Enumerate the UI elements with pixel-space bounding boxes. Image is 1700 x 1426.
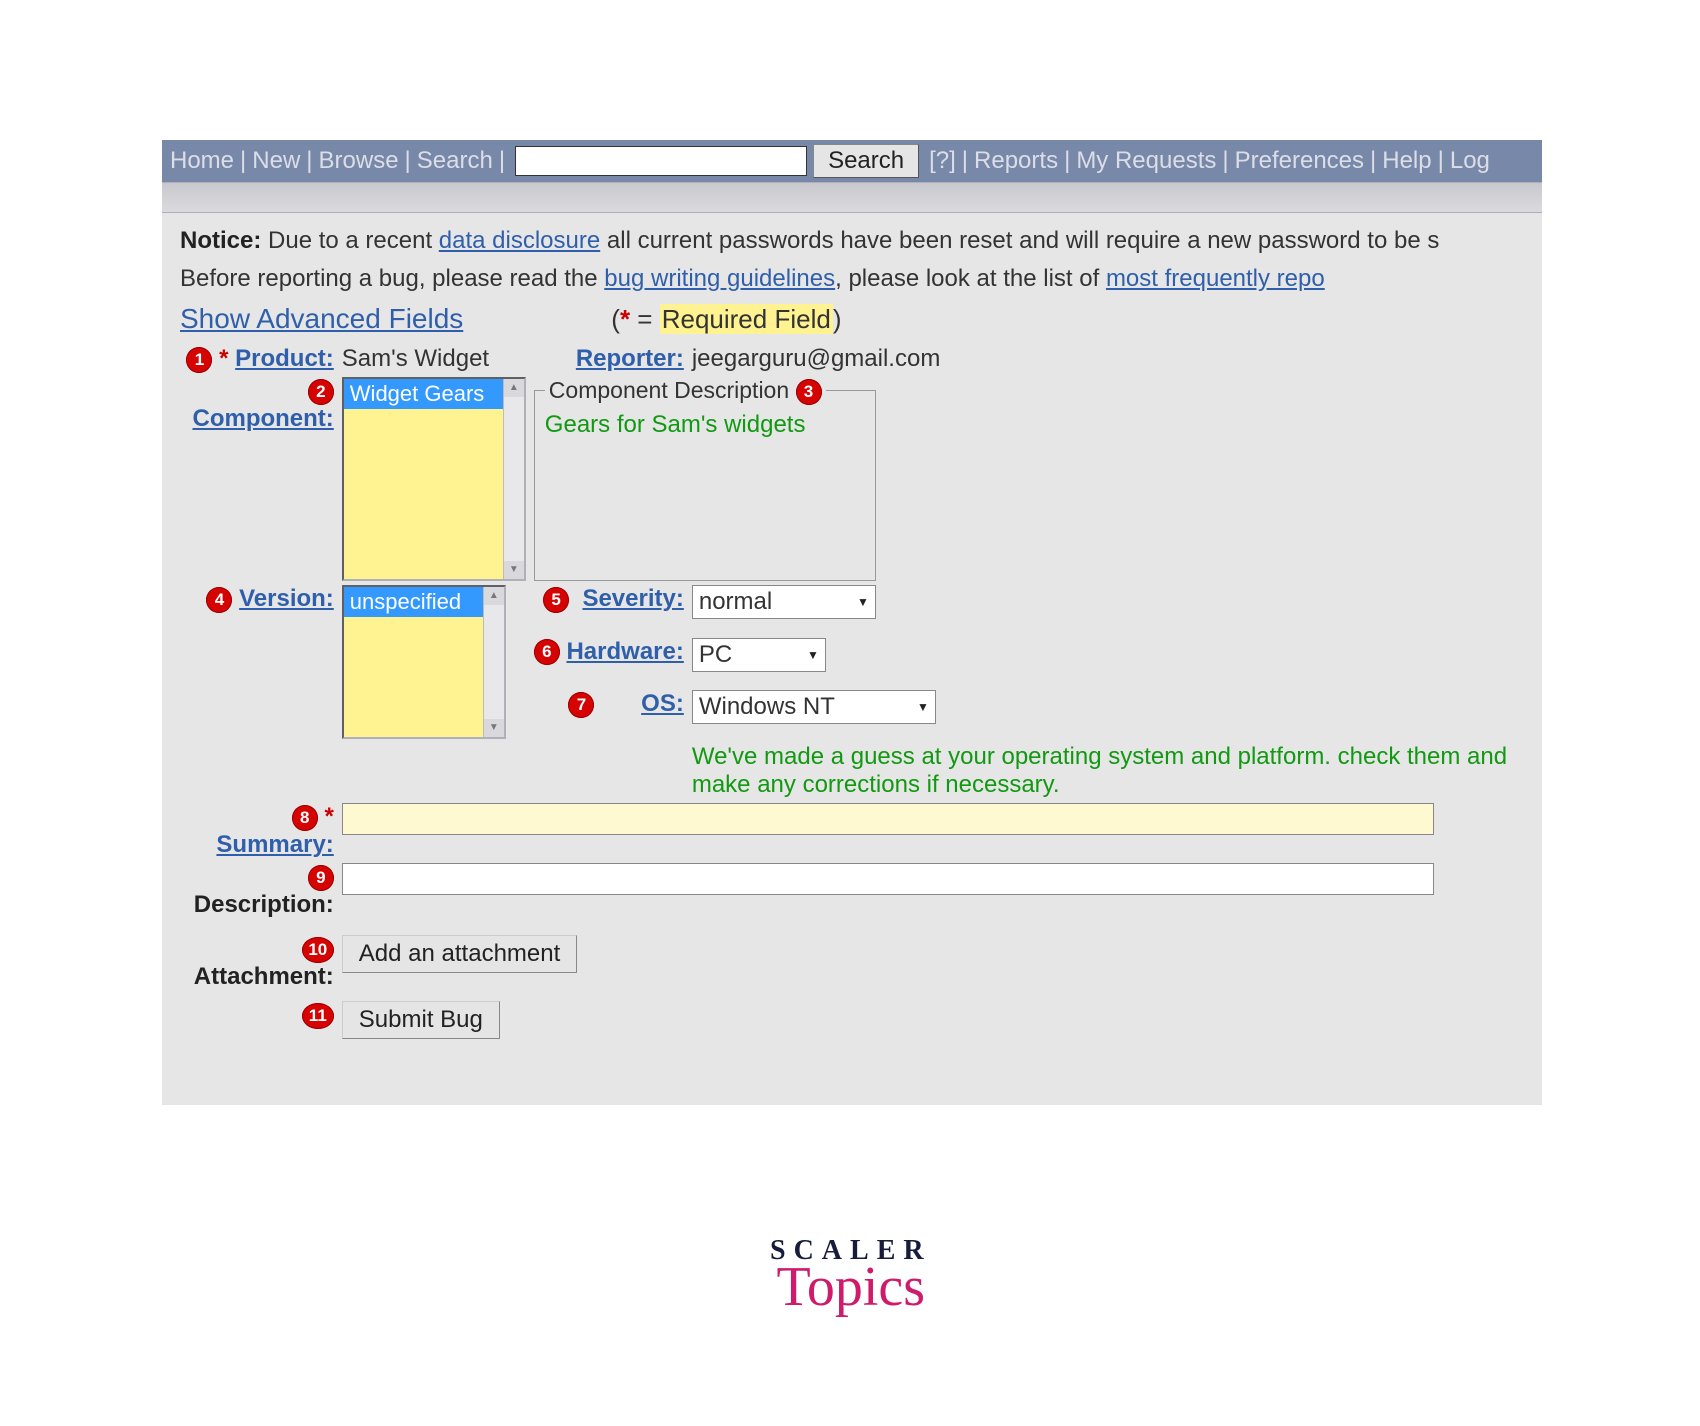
component-scrollbar[interactable]: ▲▼ [503,379,524,579]
scroll-up-icon[interactable]: ▲ [504,379,524,397]
version-option-selected[interactable]: unspecified [344,587,504,617]
nav-log[interactable]: Log [1448,147,1492,175]
value-product: Sam's Widget [338,343,530,375]
brand-line2: Topics [770,1255,932,1319]
callout-7: 7 [568,692,594,718]
nav-new[interactable]: New [250,147,302,175]
label-version[interactable]: Version: [239,585,334,612]
link-frequent-bugs[interactable]: most frequently repo [1106,265,1325,292]
label-reporter[interactable]: Reporter: [576,345,684,372]
label-description: Description: [194,891,334,918]
callout-8: 8 [292,805,318,831]
scroll-down-icon[interactable]: ▼ [504,561,524,579]
label-os[interactable]: OS: [641,690,684,717]
label-hardware[interactable]: Hardware: [566,638,683,665]
nav-bar: Home| New| Browse| Search| Search [?]| R… [162,140,1542,182]
summary-input[interactable] [342,803,1434,835]
submit-bug-button[interactable]: Submit Bug [342,1001,500,1039]
quicksearch-input[interactable] [515,146,807,176]
brand-logo: SCALER Topics [770,1235,932,1319]
os-hint: We've made a guess at your operating sys… [688,741,1542,801]
notice-line2: Before reporting a bug, please read the … [162,265,1542,303]
os-select[interactable]: Windows NT▼ [692,690,936,724]
label-product[interactable]: Product: [235,345,334,372]
callout-10: 10 [302,937,334,963]
grey-bar [162,182,1542,213]
severity-select[interactable]: normal▼ [692,585,876,619]
nav-preferences[interactable]: Preferences [1233,147,1366,175]
chevron-down-icon: ▼ [857,595,869,609]
callout-11: 11 [302,1003,334,1029]
callout-1: 1 [186,347,212,373]
notice-label: Notice: [180,227,261,254]
value-reporter: jeegarguru@gmail.com [688,343,1542,375]
callout-9: 9 [308,865,334,891]
label-component[interactable]: Component: [192,405,333,432]
version-select[interactable]: unspecified ▲▼ [342,585,506,739]
search-button[interactable]: Search [813,144,919,178]
link-data-disclosure[interactable]: data disclosure [439,227,600,254]
label-severity[interactable]: Severity: [582,585,683,612]
scroll-up-icon[interactable]: ▲ [484,587,504,605]
app-screenshot: Home| New| Browse| Search| Search [?]| R… [162,140,1542,1105]
form-body: Notice: Due to a recent data disclosure … [162,213,1542,1105]
callout-3: 3 [796,379,822,405]
bug-form: 1 * Product: Sam's Widget Reporter: jeeg… [180,343,1542,1041]
add-attachment-button[interactable]: Add an attachment [342,935,577,973]
nav-browse[interactable]: Browse [317,147,401,175]
description-input[interactable] [342,863,1434,895]
callout-4: 4 [206,587,232,613]
label-summary[interactable]: Summary: [216,831,333,858]
chevron-down-icon: ▼ [807,648,819,662]
callout-2: 2 [308,379,334,405]
component-description-text: Gears for Sam's widgets [545,411,865,439]
link-bug-guidelines[interactable]: bug writing guidelines [604,265,835,292]
nav-home[interactable]: Home [168,147,236,175]
nav-search[interactable]: Search [415,147,495,175]
nav-my-requests[interactable]: My Requests [1074,147,1218,175]
required-note: (* = Required Field) [611,304,841,335]
notice-line1: Notice: Due to a recent data disclosure … [162,227,1542,265]
callout-6: 6 [534,639,560,665]
label-attachment: Attachment: [194,963,334,990]
hardware-select[interactable]: PC▼ [692,638,826,672]
component-select[interactable]: Widget Gears ▲▼ [342,377,526,581]
nav-search-help[interactable]: [?] [927,147,958,175]
component-description-box: Component Description 3 Gears for Sam's … [534,377,876,581]
component-option-selected[interactable]: Widget Gears [344,379,524,409]
page: Home| New| Browse| Search| Search [?]| R… [0,0,1700,1426]
callout-5: 5 [543,587,569,613]
nav-reports[interactable]: Reports [972,147,1060,175]
version-scrollbar[interactable]: ▲▼ [483,587,504,737]
chevron-down-icon: ▼ [917,700,929,714]
nav-help[interactable]: Help [1380,147,1433,175]
show-advanced-fields[interactable]: Show Advanced Fields [180,303,463,335]
scroll-down-icon[interactable]: ▼ [484,719,504,737]
